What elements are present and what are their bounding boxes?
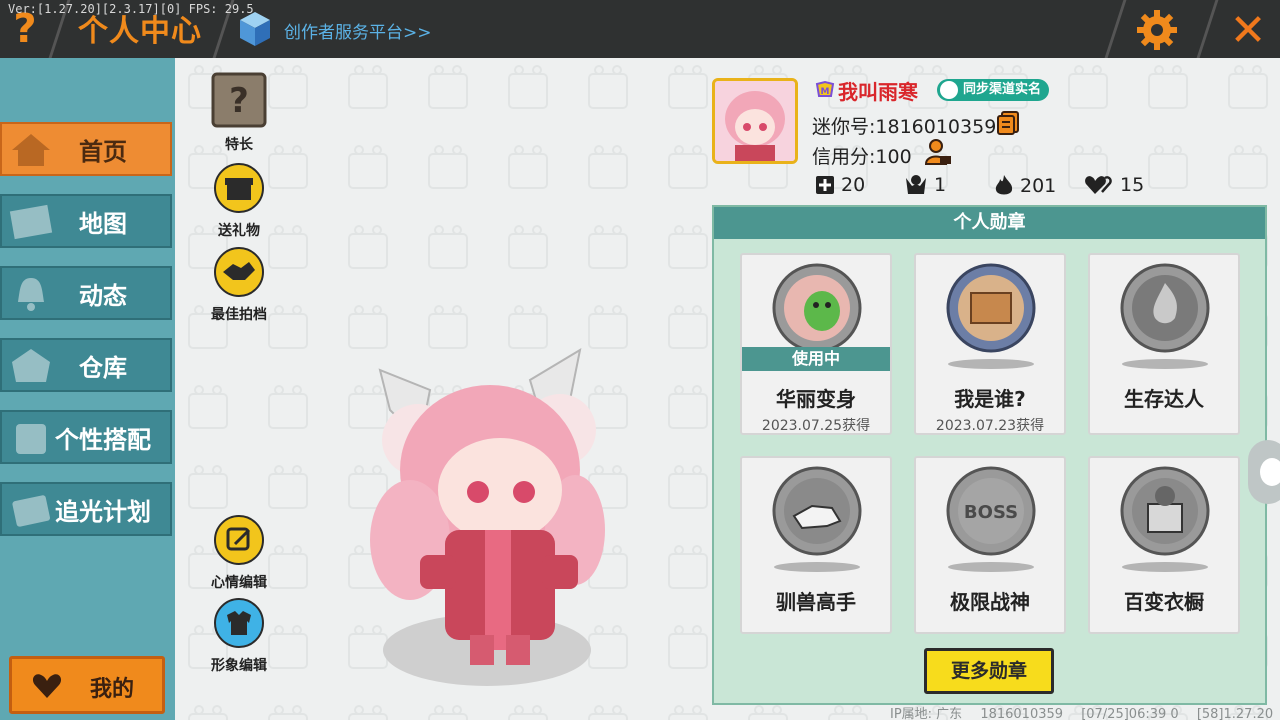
mood-edit-label: 心情编辑 (211, 575, 267, 591)
stat-likes: 15 (1084, 174, 1144, 196)
medal-survival-icon (1120, 263, 1210, 353)
hearts-icon (1085, 176, 1112, 194)
sidebar-item-label: 动态 (79, 281, 127, 310)
gift-button[interactable]: 送礼物 (204, 162, 274, 240)
medal-shadow (1122, 359, 1208, 369)
sidebar-item-label: 仓库 (79, 353, 127, 382)
gift-label: 送礼物 (218, 223, 260, 239)
sidebar-item-map[interactable]: 地图 (0, 194, 172, 248)
medal-transform-icon (772, 263, 862, 353)
character-avatar[interactable] (330, 330, 630, 700)
best-partner-label: 最佳拍档 (211, 307, 267, 323)
mine-label: 我的 (90, 677, 135, 702)
footer-time: [07/25]06:39 0 (1081, 707, 1179, 720)
medal-card[interactable]: BOSS 极限战神 (914, 456, 1066, 634)
stat-add: 20 (815, 174, 865, 196)
realname-badge[interactable]: 同步渠道实名 (937, 79, 1050, 101)
user-check-icon (940, 81, 958, 99)
fire-icon (995, 175, 1013, 195)
stat-add-value: 20 (841, 174, 866, 196)
specialty-label: 特长 (225, 137, 253, 153)
stat-fans-value: 1 (934, 174, 947, 196)
version-readout: Ver:[1.27.20][2.3.17][0] FPS: 29.5 (8, 2, 254, 16)
sidebar-item-outfit[interactable]: 个性搭配 (0, 410, 172, 464)
nickname: 我叫雨寒 (838, 80, 918, 104)
stat-fans: 1 (904, 174, 946, 196)
medal-card[interactable]: 驯兽高手 (740, 456, 892, 634)
in-use-tag: 使用中 (742, 347, 890, 371)
handshake-icon (214, 247, 264, 297)
mood-edit-button[interactable]: 心情编辑 (204, 514, 274, 592)
sidebar-item-label: 地图 (79, 209, 127, 238)
question-box-icon: ? (211, 72, 267, 128)
medal-shadow (774, 562, 860, 572)
medal-name: 极限战神 (950, 590, 1030, 614)
mine-button[interactable]: 我的 (9, 656, 165, 714)
divider (1196, 0, 1219, 58)
sidebar-item-light-plan[interactable]: 追光计划 (0, 482, 172, 536)
credit-user-icon[interactable] (924, 138, 952, 166)
best-partner-button[interactable]: 最佳拍档 (204, 246, 274, 324)
divider (1104, 0, 1127, 58)
medal-shadow (948, 562, 1034, 572)
medal-tamer-icon (772, 466, 862, 556)
gift-icon (214, 163, 264, 213)
image-edit-label: 形象编辑 (211, 658, 267, 674)
stat-fire-value: 201 (1020, 175, 1057, 197)
sidebar-item-label: 个性搭配 (55, 425, 151, 454)
svg-text:M: M (821, 87, 830, 97)
more-medals-button[interactable]: 更多勋章 (924, 648, 1054, 694)
plus-box-icon (816, 176, 834, 194)
medal-card[interactable]: 生存达人 (1088, 253, 1240, 435)
ip-location: IP属地: 广东 (890, 707, 963, 720)
medal-name: 生存达人 (1124, 387, 1204, 411)
medal-date: 2023.07.25获得 (761, 418, 871, 434)
medal-name: 我是谁? (954, 387, 1026, 411)
side-drawer-handle[interactable] (1248, 440, 1280, 504)
close-button[interactable]: ✕ (1224, 5, 1272, 56)
avatar-image (715, 81, 795, 161)
realname-label: 同步渠道实名 (963, 82, 1042, 97)
stat-likes-value: 15 (1120, 174, 1145, 196)
medal-wardrobe-icon (1120, 466, 1210, 556)
medal-panel-title: 个人勋章 (714, 207, 1265, 239)
svg-text:?: ? (229, 81, 249, 121)
medal-shadow (1122, 562, 1208, 572)
medal-name: 驯兽高手 (776, 590, 856, 614)
fans-icon (906, 175, 926, 194)
footer-uid: 1816010359 (980, 707, 1064, 720)
stat-fire: 201 (994, 174, 1056, 198)
medal-boss-icon: BOSS (946, 466, 1036, 556)
mini-id: 迷你号:1816010359 (812, 116, 997, 138)
medal-shadow (948, 359, 1034, 369)
heart-icon (32, 674, 62, 698)
image-edit-button[interactable]: 形象编辑 (204, 597, 274, 675)
edit-icon (214, 515, 264, 565)
medal-name: 华丽变身 (776, 387, 856, 411)
specialty-button[interactable]: ? 特长 (204, 72, 274, 154)
sidebar-item-label: 追光计划 (55, 497, 151, 526)
medal-name: 百变衣橱 (1124, 590, 1204, 614)
creator-platform-link[interactable]: 创作者服务平台>> (284, 18, 432, 43)
gear-icon[interactable] (1135, 8, 1179, 52)
sidebar-item-feed[interactable]: 动态 (0, 266, 172, 320)
sidebar-item-label: 首页 (79, 137, 127, 166)
medal-who-am-i-icon (946, 263, 1036, 353)
sidebar-item-warehouse[interactable]: 仓库 (0, 338, 172, 392)
medal-card[interactable]: 使用中 华丽变身 2023.07.25获得 (740, 253, 892, 435)
svg-text:BOSS: BOSS (964, 502, 1018, 523)
copy-icon[interactable] (996, 110, 1020, 136)
medal-card[interactable]: 我是谁? 2023.07.23获得 (914, 253, 1066, 435)
outfit-edit-icon (214, 598, 264, 648)
sidebar-item-home[interactable]: 首页 (0, 122, 172, 176)
footer-info: IP属地: 广东 1816010359 [07/25]06:39 0 [58]1… (890, 703, 1280, 720)
medal-date: 2023.07.23获得 (935, 418, 1045, 434)
profile-avatar[interactable] (712, 78, 798, 164)
vip-icon: M (815, 80, 835, 97)
footer-build: [58]1.27.20 (1196, 707, 1274, 720)
credit-score: 信用分:100 (812, 146, 912, 168)
medal-card[interactable]: 百变衣橱 (1088, 456, 1240, 634)
